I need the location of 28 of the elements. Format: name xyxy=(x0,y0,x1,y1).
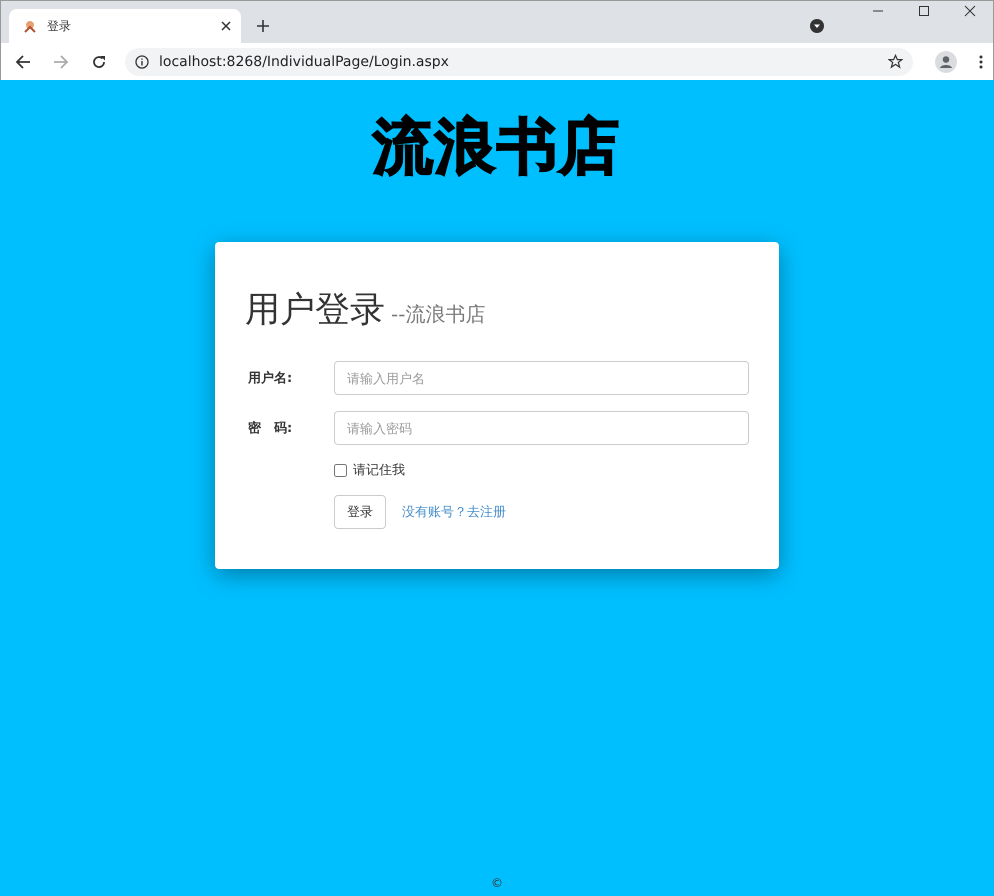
password-field[interactable]: 请输入密码 xyxy=(334,411,749,445)
logo-text: 流浪书店 xyxy=(373,111,621,184)
login-title: 用户登录 xyxy=(245,289,385,332)
close-icon[interactable] xyxy=(221,21,231,31)
info-icon xyxy=(135,54,149,68)
url-text: localhost:8268/IndividualPage/Login.aspx xyxy=(159,54,450,70)
favicon-icon xyxy=(23,19,37,33)
back-arrow-icon[interactable] xyxy=(15,54,31,70)
login-subtitle: --流浪书店 xyxy=(391,301,486,328)
plus-icon[interactable] xyxy=(257,20,269,32)
copyright-text: © xyxy=(491,876,503,890)
tab-title: 登录 xyxy=(47,18,72,34)
address-bar[interactable]: localhost:8268/IndividualPage/Login.aspx xyxy=(125,48,913,76)
star-icon[interactable] xyxy=(888,54,903,69)
remember-checkbox[interactable] xyxy=(334,464,347,476)
browser-tab[interactable]: 登录 xyxy=(9,9,241,43)
close-icon[interactable] xyxy=(964,5,976,17)
profile-icon[interactable] xyxy=(935,50,957,72)
dropdown-icon[interactable] xyxy=(809,18,825,34)
login-button[interactable]: 登录 xyxy=(334,495,386,529)
register-link[interactable]: 没有账号？去注册 xyxy=(402,503,506,521)
menu-icon[interactable] xyxy=(979,54,983,68)
field-label: 密 码: xyxy=(247,420,294,437)
reload-icon[interactable] xyxy=(91,54,107,70)
remember-label: 请记住我 xyxy=(353,462,405,479)
username-field[interactable]: 请输入用户名 xyxy=(334,361,749,395)
maximize-icon[interactable] xyxy=(918,5,930,17)
field-label: 用户名: xyxy=(246,370,294,387)
